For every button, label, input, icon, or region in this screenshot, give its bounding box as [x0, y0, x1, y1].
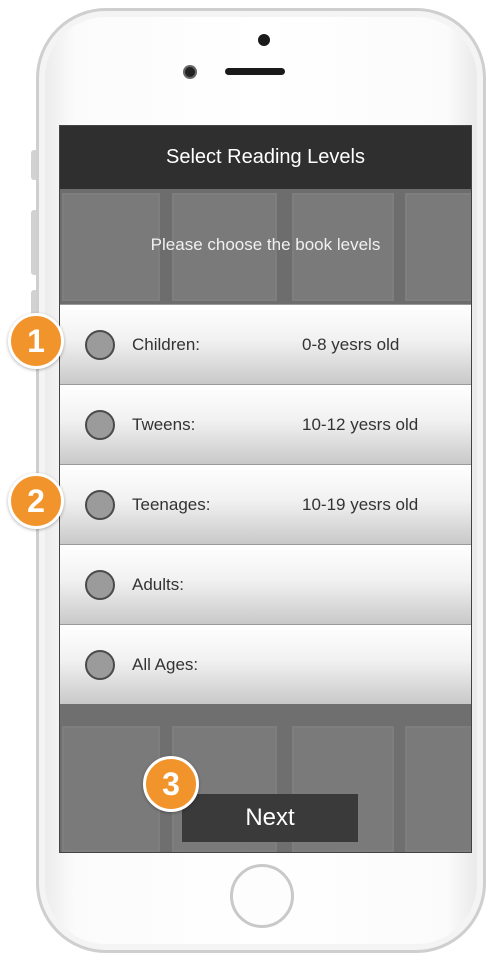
radio-button[interactable] [85, 489, 115, 520]
radio-button[interactable] [85, 569, 115, 600]
front-camera-icon [185, 67, 195, 77]
radio-button[interactable] [85, 409, 115, 440]
option-label: Tweens: [132, 414, 196, 434]
radio-button[interactable] [85, 649, 115, 680]
step-badge-1: 1 [8, 313, 64, 369]
app-screen: Select Reading Levels Please choose the … [59, 125, 472, 853]
nav-bar: Select Reading Levels [60, 126, 471, 189]
option-teenages[interactable]: Teenages: 10-19 yesrs old [60, 464, 471, 544]
step-badge-3: 3 [143, 756, 199, 812]
radio-button[interactable] [85, 329, 115, 360]
page-title: Select Reading Levels [165, 146, 365, 168]
option-label: All Ages: [132, 654, 199, 674]
book-cover-image [405, 726, 471, 852]
home-button[interactable] [230, 864, 294, 928]
option-tweens[interactable]: Tweens: 10-12 yesrs old [60, 384, 471, 464]
camera-icon [258, 34, 270, 46]
reading-level-list: Children: 0-8 yesrs old Tweens: 10-12 ye… [60, 304, 471, 704]
option-children[interactable]: Children: 0-8 yesrs old [60, 304, 471, 384]
banner-prompt: Please choose the book levels [150, 235, 381, 254]
option-label: Teenages: [132, 494, 211, 514]
book-banner: Please choose the book levels [60, 189, 471, 304]
option-adults[interactable]: Adults: [60, 544, 471, 624]
option-age-range: 0-8 yesrs old [302, 334, 400, 354]
option-age-range: 10-12 yesrs old [302, 414, 419, 434]
option-all-ages[interactable]: All Ages: [60, 624, 471, 704]
option-label: Children: [132, 334, 201, 354]
next-button[interactable]: Next [182, 794, 358, 842]
step-badge-2: 2 [8, 473, 64, 529]
bottom-book-banner: Next [60, 704, 471, 852]
option-label: Adults: [132, 574, 184, 594]
option-age-range: 10-19 yesrs old [302, 494, 419, 514]
speaker-grille [225, 68, 285, 75]
